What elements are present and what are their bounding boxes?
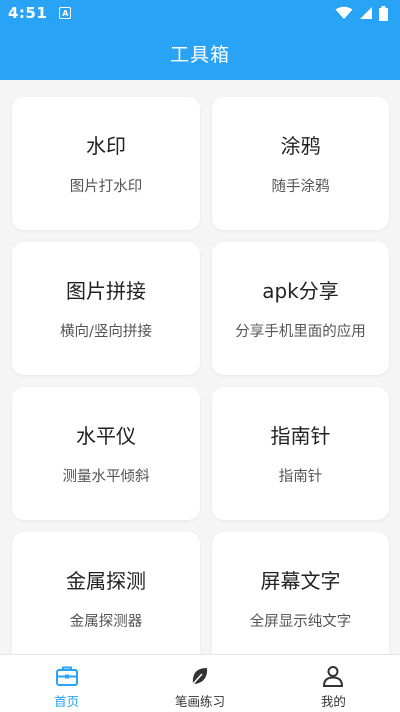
tool-title: 图片拼接	[66, 278, 146, 303]
app-bar: 工具箱	[0, 26, 400, 80]
tool-card-doodle[interactable]: 涂鸦 随手涂鸦	[212, 97, 389, 230]
tool-subtitle: 随手涂鸦	[271, 178, 330, 195]
tool-card-image-stitch[interactable]: 图片拼接 横向/竖向拼接	[12, 242, 200, 375]
nav-label: 我的	[320, 694, 346, 709]
tool-subtitle: 图片打水印	[69, 178, 143, 195]
nav-label: 笔画练习	[174, 694, 225, 709]
leaf-icon	[192, 668, 208, 685]
tool-card-apk-share[interactable]: apk分享 分享手机里面的应用	[212, 242, 389, 375]
signal-icon	[360, 7, 372, 19]
status-icons	[335, 5, 388, 21]
tool-subtitle: 横向/竖向拼接	[60, 323, 152, 340]
tool-subtitle: 指南针	[278, 468, 323, 485]
tool-title: 金属探测	[66, 568, 146, 593]
tool-title: 指南针	[270, 423, 331, 448]
tool-title: 水平仪	[76, 423, 136, 448]
tool-card-metal-detector[interactable]: 金属探测 金属探测器	[12, 532, 200, 665]
bottom-nav: 首页 笔画练习 我的	[0, 654, 400, 712]
tool-subtitle: 测量水平倾斜	[62, 468, 150, 485]
nav-home[interactable]: 首页	[0, 655, 133, 712]
battery-icon	[379, 5, 388, 21]
person-icon	[323, 666, 344, 687]
toolbox-icon	[55, 666, 78, 686]
tool-card-watermark[interactable]: 水印 图片打水印	[12, 97, 200, 230]
nav-label: 首页	[54, 694, 80, 709]
app-title: 工具箱	[169, 43, 230, 66]
tool-card-compass[interactable]: 指南针 指南针	[212, 387, 389, 520]
status-bar: 4:51 A	[0, 0, 400, 26]
tool-title: 水印	[86, 133, 126, 158]
tool-subtitle: 金属探测器	[69, 613, 143, 630]
tool-subtitle: 全屏显示纯文字	[249, 613, 352, 630]
tool-title: 涂鸦	[280, 133, 321, 158]
status-time: 4:51	[8, 4, 48, 22]
wifi-icon	[335, 6, 353, 19]
notification-a-icon: A	[59, 7, 72, 19]
nav-stroke-practice[interactable]: 笔画练习	[133, 655, 266, 712]
tool-card-level[interactable]: 水平仪 测量水平倾斜	[12, 387, 200, 520]
tool-grid: 水印 图片打水印 涂鸦 随手涂鸦 图片拼接 横向/竖向拼接 apk分享 分享手机…	[12, 97, 389, 665]
tool-title: apk分享	[262, 278, 339, 303]
nav-profile[interactable]: 我的	[267, 655, 400, 712]
tool-card-screen-text[interactable]: 屏幕文字 全屏显示纯文字	[212, 532, 389, 665]
tool-subtitle: 分享手机里面的应用	[235, 323, 366, 340]
tool-title: 屏幕文字	[260, 568, 341, 593]
